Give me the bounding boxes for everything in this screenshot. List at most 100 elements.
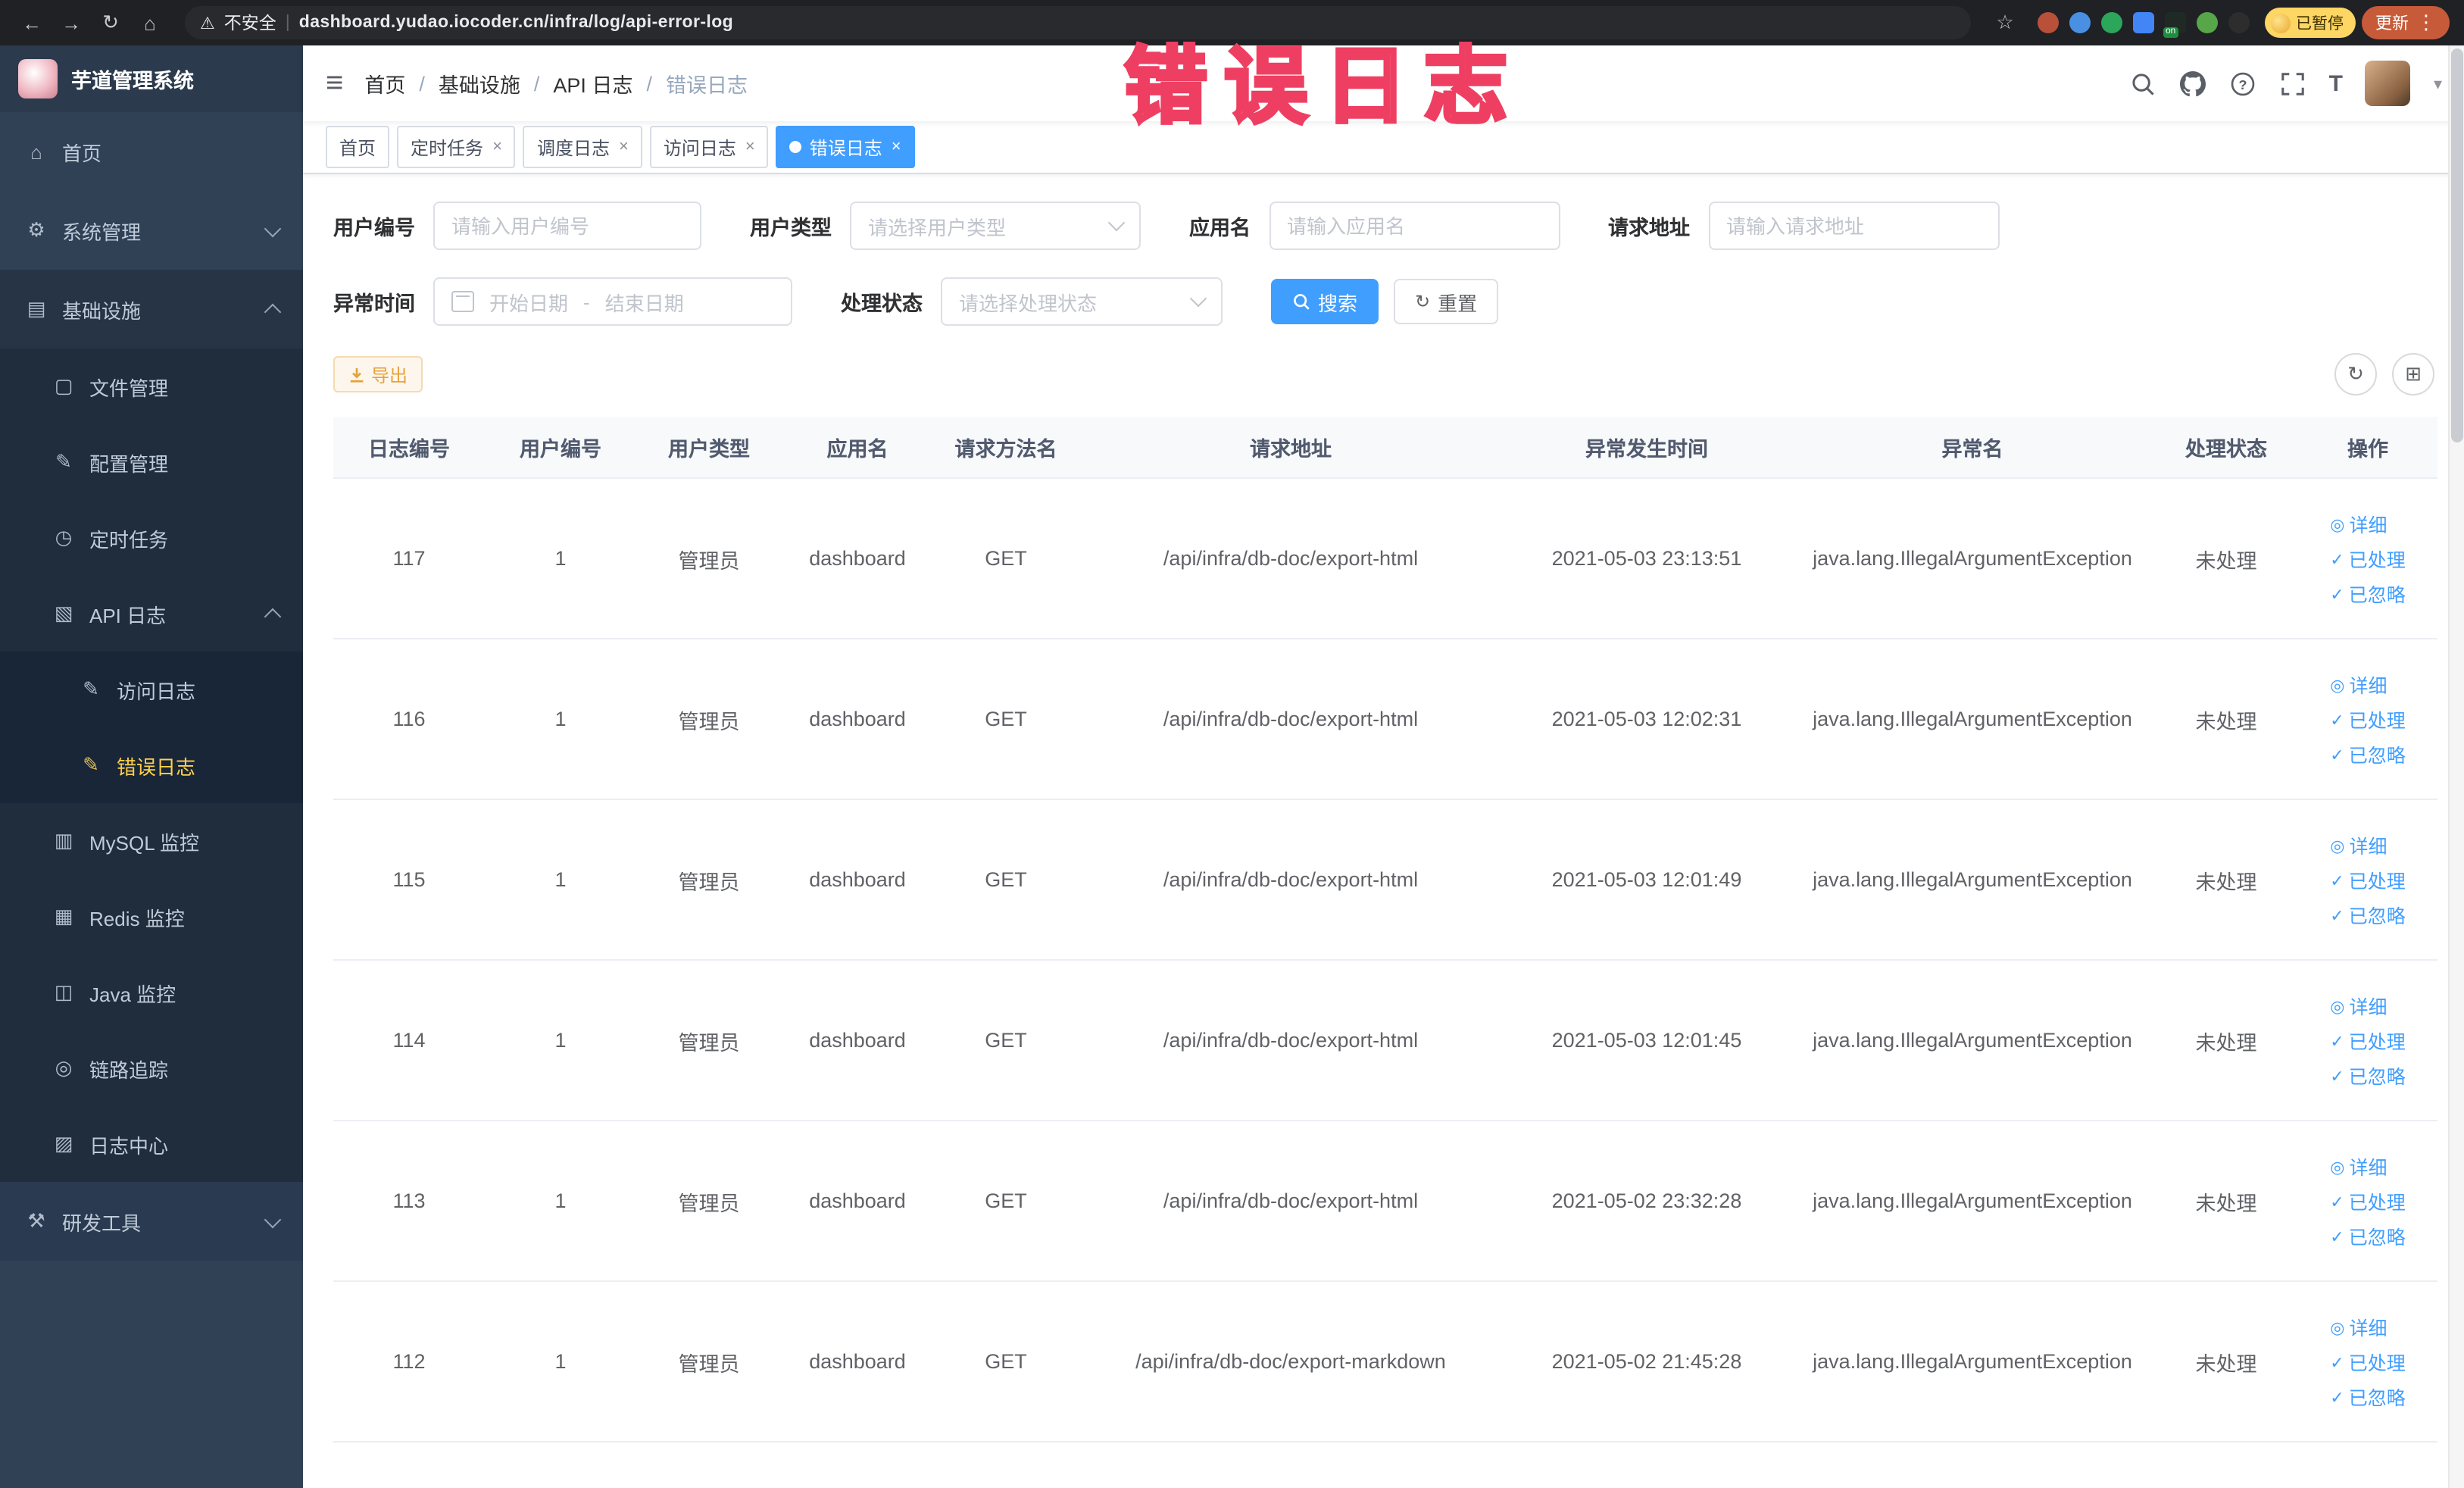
ignore-link[interactable]: 已忽略 (2330, 739, 2406, 768)
fullscreen-icon[interactable] (2279, 70, 2306, 97)
tab-job-log[interactable]: 调度日志 × (523, 126, 642, 168)
tab-error-log[interactable]: 错误日志 × (776, 126, 915, 168)
sidebar-item-label: 系统管理 (62, 220, 142, 243)
sidebar-item-access-log[interactable]: 访问日志 (0, 652, 303, 727)
processed-link[interactable]: 已处理 (2330, 1347, 2406, 1376)
browser-reload-icon[interactable] (94, 6, 127, 39)
tab-cron[interactable]: 定时任务 × (397, 126, 516, 168)
table-row: 112 1 管理员 dashboard GET /api/infra/db-do… (333, 1281, 2437, 1443)
process-status-select[interactable]: 请选择处理状态 (941, 277, 1223, 326)
sidebar-item-devtools[interactable]: 研发工具 (0, 1182, 303, 1261)
check-icon (2330, 904, 2344, 925)
detail-link[interactable]: 详细 (2330, 1312, 2387, 1341)
extension-icon-3[interactable] (2100, 12, 2122, 33)
ignore-link[interactable]: 已忽略 (2330, 1382, 2406, 1411)
sidebar-item-api-log[interactable]: API 日志 (0, 576, 303, 652)
search-button[interactable]: 搜索 (1271, 279, 1379, 324)
app-name-input[interactable] (1269, 202, 1560, 250)
sidebar-item-cron[interactable]: 定时任务 (0, 500, 303, 576)
column-settings-button[interactable] (2392, 353, 2434, 395)
bookmark-star-icon[interactable] (1988, 6, 2022, 39)
detail-link[interactable]: 详细 (2330, 991, 2387, 1020)
calendar-icon (451, 291, 474, 312)
breadcrumb-item-current: 错误日志 (665, 74, 748, 97)
reset-button[interactable]: 重置 (1394, 279, 1499, 324)
extension-icon-7[interactable] (2228, 12, 2249, 33)
detail-link[interactable]: 详细 (2330, 670, 2387, 699)
browser-home-icon[interactable] (133, 6, 167, 39)
sidebar-item-infra[interactable]: 基础设施 (0, 270, 303, 349)
close-icon[interactable]: × (745, 138, 755, 156)
detail-link[interactable]: 详细 (2330, 509, 2387, 538)
font-size-icon[interactable] (2329, 70, 2343, 96)
breadcrumb-item[interactable]: API 日志 (553, 68, 632, 98)
tab-home[interactable]: 首页 (326, 126, 390, 168)
filter-process-status: 处理状态 请选择处理状态 (841, 277, 1223, 326)
sidebar-item-file[interactable]: 文件管理 (0, 349, 303, 424)
table-header-row: 日志编号 用户编号 用户类型 应用名 请求方法名 请求地址 异常发生时间 异常名 处理状态 操作 (333, 417, 2437, 479)
user-id-input[interactable] (433, 202, 701, 250)
processed-link[interactable]: 已处理 (2330, 1026, 2406, 1055)
ignore-link[interactable]: 已忽略 (2330, 1221, 2406, 1250)
close-icon[interactable]: × (892, 138, 901, 156)
sidebar-collapse-icon[interactable] (326, 68, 343, 98)
sidebar-item-log-center[interactable]: 日志中心 (0, 1106, 303, 1182)
breadcrumb-item[interactable]: 基础设施 (439, 68, 520, 98)
sidebar-item-trace[interactable]: 链路追踪 (0, 1030, 303, 1106)
sidebar-item-redis[interactable]: Redis 监控 (0, 879, 303, 955)
navbar-actions: ? (2129, 61, 2442, 106)
page-scrollbar[interactable] (2448, 45, 2464, 1488)
sidebar-item-system[interactable]: 系统管理 (0, 191, 303, 270)
app-logo (18, 59, 58, 98)
help-icon[interactable]: ? (2229, 70, 2256, 97)
browser-forward-icon[interactable] (55, 6, 88, 39)
detail-link[interactable]: 详细 (2330, 1152, 2387, 1180)
exception-time-range-picker[interactable]: 开始日期 - 结束日期 (433, 277, 792, 326)
user-type-select[interactable]: 请选择用户类型 (850, 202, 1141, 250)
processed-link[interactable]: 已处理 (2330, 1186, 2406, 1215)
detail-link[interactable]: 详细 (2330, 830, 2387, 859)
cell-user-type: 管理员 (636, 960, 782, 1121)
search-icon[interactable] (2129, 70, 2156, 97)
address-bar[interactable]: 不安全 | dashboard.yudao.iocoder.cn/infra/l… (185, 6, 1970, 39)
sidebar-item-config[interactable]: 配置管理 (0, 424, 303, 500)
extension-icon-1[interactable] (2037, 12, 2058, 33)
chevron-up-icon (264, 303, 282, 321)
browser-update-button[interactable]: 更新 (2362, 6, 2450, 39)
extension-icon-5[interactable]: on (2163, 12, 2185, 38)
extension-paused-badge[interactable]: 已暂停 (2264, 8, 2356, 38)
close-icon[interactable]: × (492, 138, 502, 156)
breadcrumb-item[interactable]: 首页 (364, 68, 405, 98)
sidebar-item-mysql[interactable]: MySQL 监控 (0, 803, 303, 879)
extension-icon-2[interactable] (2069, 12, 2090, 33)
request-url-input[interactable] (1708, 202, 1999, 250)
browser-back-icon[interactable] (15, 6, 48, 39)
ignore-link[interactable]: 已忽略 (2330, 900, 2406, 929)
ignore-link-label: 已忽略 (2348, 746, 2406, 767)
github-icon[interactable] (2179, 70, 2206, 97)
cell-exception-time: 2021-05-03 23:13:51 (1503, 478, 1791, 639)
scrollbar-thumb[interactable] (2451, 48, 2463, 442)
close-icon[interactable]: × (619, 138, 629, 156)
export-button[interactable]: 导出 (333, 356, 423, 392)
user-menu-caret-icon[interactable] (2434, 73, 2442, 93)
cell-exception-name: java.lang.IllegalArgumentException (1791, 639, 2154, 800)
tab-label: 定时任务 (411, 137, 484, 158)
cell-method: GET (933, 960, 1079, 1121)
extension-icon-6[interactable] (2196, 12, 2217, 33)
ignore-link[interactable]: 已忽略 (2330, 579, 2406, 608)
processed-link[interactable]: 已处理 (2330, 865, 2406, 894)
ignore-link[interactable]: 已忽略 (2330, 1061, 2406, 1089)
extension-icon-4[interactable] (2132, 12, 2153, 33)
processed-link[interactable]: 已处理 (2330, 705, 2406, 733)
sidebar-item-java[interactable]: Java 监控 (0, 955, 303, 1030)
sidebar-item-error-log[interactable]: 错误日志 (0, 727, 303, 803)
user-avatar[interactable] (2365, 61, 2411, 106)
tab-access-log[interactable]: 访问日志 × (649, 126, 769, 168)
select-placeholder: 请选择处理状态 (959, 292, 1098, 314)
processed-link[interactable]: 已处理 (2330, 544, 2406, 573)
refresh-table-button[interactable] (2334, 353, 2377, 395)
app-logo-row[interactable]: 芋道管理系统 (0, 45, 303, 112)
sidebar-item-home[interactable]: 首页 (0, 112, 303, 191)
browser-menu-kebab-icon[interactable] (2416, 11, 2436, 35)
